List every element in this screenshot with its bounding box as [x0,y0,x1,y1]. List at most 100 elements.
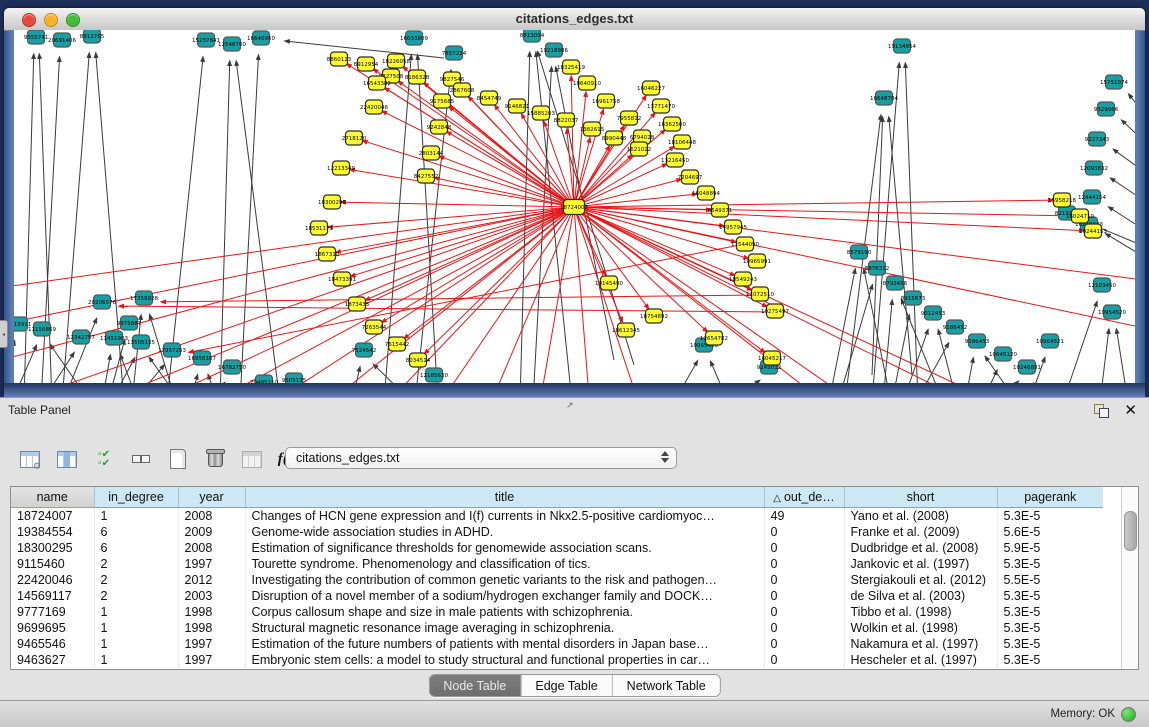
cell-short[interactable]: Tibbo et al. (1998) [844,604,997,620]
graph-node[interactable]: 9975887 [117,316,142,330]
graph-node[interactable]: 10954520 [1098,305,1126,319]
graph-node[interactable]: 9227343 [1085,132,1110,146]
cell-year[interactable]: 2008 [178,508,245,525]
cell-in_degree[interactable]: 1 [94,620,178,636]
graph-node[interactable]: 18106448 [668,135,696,149]
graph-node[interactable]: 18640910 [573,76,601,90]
cell-short[interactable]: Franke et al. (2009) [844,524,997,540]
cell-pagerank[interactable]: 5.3E-5 [997,588,1103,604]
graph-node[interactable]: 16048894 [692,186,720,200]
cell-title[interactable]: Genome-wide association studies in ADHD. [245,524,764,540]
window-titlebar[interactable]: citations_edges.txt [4,8,1145,31]
cell-title[interactable]: Estimation of significance thresholds fo… [245,540,764,556]
cell-short[interactable]: Nakamura et al. (1997) [844,636,997,652]
cell-out_degree[interactable]: 0 [764,572,844,588]
cell-name[interactable]: 9699695 [11,620,94,636]
cell-pagerank[interactable]: 5.5E-5 [997,572,1103,588]
cell-title[interactable]: Tourette syndrome. Phenomenology and cla… [245,556,764,572]
graph-node[interactable]: 8912765 [80,30,105,43]
cell-out_degree[interactable]: 0 [764,524,844,540]
graph-node[interactable]: 10965991 [743,254,771,268]
cell-pagerank[interactable]: 5.3E-5 [997,508,1103,525]
graph-node[interactable]: 15885203 [527,106,555,120]
graph-node[interactable]: 10964521 [1036,334,1064,348]
table-scrollbar-thumb[interactable] [1124,511,1137,551]
cell-short[interactable]: Dudbridge et al. (2008) [844,540,997,556]
table-select-dropdown[interactable]: citations_edges.txt [285,447,677,469]
cell-pagerank[interactable]: 5.3E-5 [997,620,1103,636]
cell-pagerank[interactable]: 5.9E-5 [997,540,1103,556]
cell-pagerank[interactable]: 5.6E-5 [997,524,1103,540]
cell-out_degree[interactable]: 0 [764,604,844,620]
cell-out_degree[interactable]: 0 [764,556,844,572]
cell-name[interactable]: 9463627 [11,652,94,668]
graph-node[interactable]: 10645120 [989,347,1017,361]
graph-node[interactable]: 1621022 [627,142,652,156]
cell-name[interactable]: 18724007 [11,508,94,525]
graph-node[interactable]: 8813054 [520,30,545,42]
graph-node[interactable]: 8427552 [414,169,439,183]
cell-short[interactable]: Wolkin et al. (1998) [844,620,997,636]
graph-node[interactable]: 18325419 [557,60,585,74]
graph-node[interactable]: 2867608 [450,83,475,97]
cell-year[interactable]: 1997 [178,636,245,652]
float-panel-icon[interactable] [1094,404,1109,417]
graph-node[interactable]: 18473391 [328,272,356,286]
import-table-icon[interactable] [240,447,264,471]
cell-title[interactable]: Estimation of the future numbers of pati… [245,636,764,652]
graph-node[interactable]: 9146821 [505,99,530,113]
cell-out_degree[interactable]: 0 [764,652,844,668]
graph-node[interactable]: 8454749 [477,91,502,105]
graph-node[interactable]: 12103450 [1088,278,1116,292]
cell-short[interactable]: Yano et al. (2008) [844,508,997,525]
cell-name[interactable]: 9115460 [11,556,94,572]
graph-node[interactable]: 8990448 [602,131,627,145]
graph-node[interactable]: 18226058 [382,54,410,68]
tab-edge-table[interactable]: Edge Table [520,675,611,696]
graph-node[interactable]: 14957945 [719,220,747,234]
graph-node[interactable]: 15237841 [192,33,220,47]
cell-year[interactable]: 2012 [178,572,245,588]
cell-name[interactable]: 19384554 [11,524,94,540]
sidebar-collapse-grabber[interactable]: ◂ [0,320,8,348]
cell-name[interactable]: 9465546 [11,636,94,652]
column-header-short[interactable]: short [844,487,997,508]
graph-node[interactable]: 18724007 [560,200,588,215]
cell-year[interactable]: 1997 [178,556,245,572]
tab-node-table[interactable]: Node Table [429,675,520,696]
panel-resize-grip[interactable]: ↗ [566,400,574,411]
cell-short[interactable]: Hescheler et al. (1997) [844,652,997,668]
graph-node[interactable]: 7857224 [442,46,467,60]
graph-node[interactable]: 12444154 [1078,190,1106,204]
column-header-title[interactable]: title [245,487,764,508]
new-column-icon[interactable] [166,447,190,471]
cell-short[interactable]: Jankovic et al. (1997) [844,556,997,572]
graph-node[interactable]: 20495110 [250,375,278,383]
cell-name[interactable]: 14569117 [11,588,94,604]
cell-in_degree[interactable]: 1 [94,652,178,668]
cell-title[interactable]: Structural magnetic resonance image aver… [245,620,764,636]
graph-node[interactable]: 20691406 [48,33,76,47]
cell-in_degree[interactable]: 2 [94,572,178,588]
graph-node[interactable]: 8912954 [354,57,379,71]
graph-node[interactable]: 7524542 [352,343,377,357]
graph-node[interactable]: 12213349 [327,161,355,175]
graph-node[interactable]: 12093832 [1080,161,1108,175]
graph-node[interactable]: 10246891 [1013,360,1041,374]
graph-node[interactable]: 8822037 [554,113,579,127]
graph-node[interactable]: 16033809 [400,31,428,45]
column-header-name[interactable]: name [11,487,94,508]
graph-node[interactable]: 8876312 [865,261,890,275]
graph-node[interactable]: 2718120 [342,131,367,145]
graph-node[interactable]: 9186452 [943,320,968,334]
show-columns-icon[interactable] [55,447,79,471]
graph-node[interactable]: 8915673 [901,291,926,305]
graph-node[interactable]: 15751074 [1100,75,1128,89]
table-settings-icon[interactable]: ⚙ [18,447,42,471]
cell-name[interactable]: 9777169 [11,604,94,620]
graph-node[interactable]: 8579190 [847,245,872,259]
network-canvas[interactable]: 9355741206914068912765152378411254876016… [14,30,1135,383]
graph-node[interactable]: 8860123 [327,52,352,66]
column-header-in_degree[interactable]: in_degree [94,487,178,508]
cell-pagerank[interactable]: 5.3E-5 [997,604,1103,620]
